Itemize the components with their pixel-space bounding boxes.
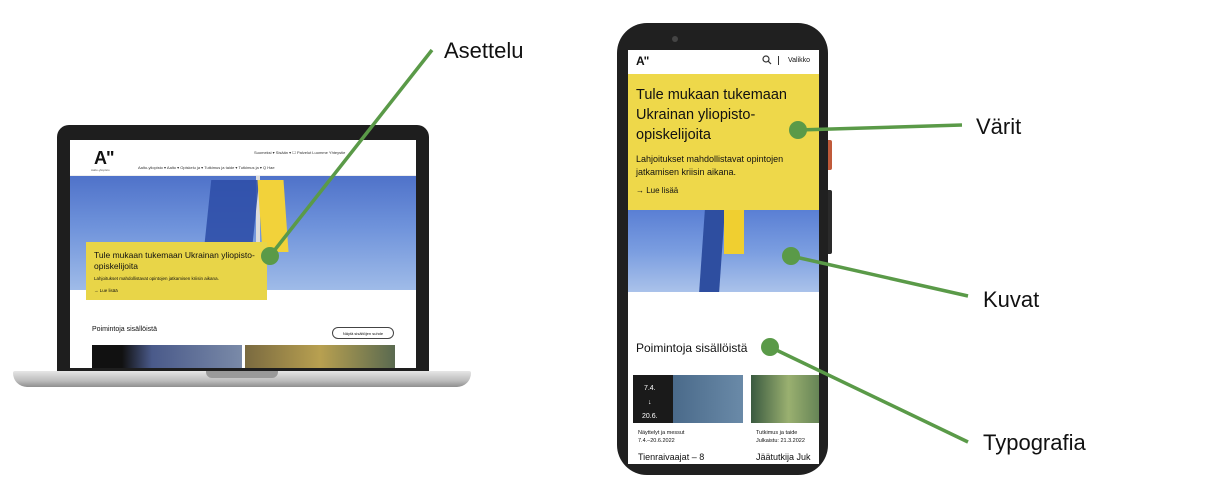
callout-lines bbox=[261, 48, 969, 444]
callout-line-images bbox=[790, 254, 969, 298]
label-images: Kuvat bbox=[983, 287, 1040, 312]
callout-line-layout bbox=[268, 48, 434, 258]
label-typography: Typografia bbox=[983, 430, 1086, 455]
callout-dot-colors bbox=[789, 121, 807, 139]
callout-line-colors bbox=[797, 123, 963, 132]
callout-dot-images bbox=[782, 247, 800, 265]
callout-dot-typography bbox=[761, 338, 779, 356]
callout-dot-layout bbox=[261, 247, 279, 265]
label-layout: Asettelu bbox=[444, 38, 524, 63]
callout-line-typography bbox=[769, 345, 969, 444]
label-colors: Värit bbox=[976, 114, 1022, 139]
